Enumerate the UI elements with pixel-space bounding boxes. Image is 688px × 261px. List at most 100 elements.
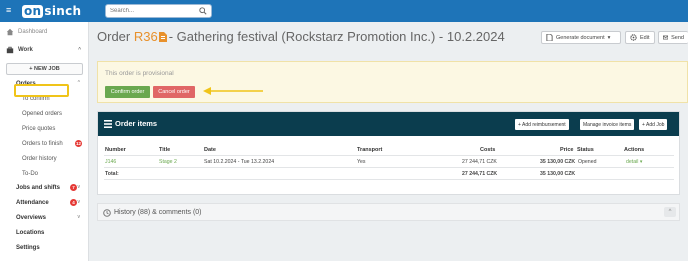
arrow-annotation (203, 87, 263, 95)
sidebar-item-label: Work (18, 46, 33, 53)
document-icon[interactable] (158, 32, 167, 42)
add-job-button[interactable]: + Add Job (639, 119, 668, 130)
send-label: Send (671, 34, 684, 41)
orders-to-finish-badge: 12 (75, 140, 83, 147)
chevron-down-icon: ▾ (639, 159, 643, 165)
cancel-order-button[interactable]: Cancel order (153, 86, 195, 98)
chevron-down-icon: ▾ (607, 34, 611, 41)
sidebar-item-label: To-Do (22, 171, 39, 177)
sidebar-group-attendance[interactable]: Attendance (16, 198, 49, 208)
order-items-title: Order items (115, 119, 158, 128)
order-items-panel: Order items + Add reimbursement Manage i… (97, 111, 680, 195)
history-panel[interactable]: History (88) & comments (0) ^ (97, 203, 680, 221)
page-title: Order R36 - Gathering festival (Rockstarz… (97, 29, 505, 44)
total-price: 35 130,00 CZK (540, 171, 576, 177)
row-divider (104, 167, 674, 168)
sidebar-item-label: Order history (22, 156, 57, 162)
chevron-down-icon: v (77, 184, 81, 190)
column-header-price: Price (560, 147, 574, 153)
search-input[interactable] (110, 5, 200, 17)
edit-label: Edit (640, 34, 650, 41)
envelope-icon (663, 35, 669, 40)
sidebar-item-label: Dashboard (18, 28, 48, 35)
order-items-header: Order items + Add reimbursement Manage i… (98, 112, 679, 136)
sidebar-item-work[interactable]: Work ^ (0, 44, 89, 55)
title-prefix: Order (97, 29, 131, 44)
send-button[interactable]: Send (658, 31, 688, 44)
add-reimbursement-button[interactable]: + Add reimbursement (515, 119, 569, 130)
new-job-button[interactable]: + NEW JOB (6, 63, 83, 75)
chevron-up-icon[interactable]: ^ (664, 207, 676, 217)
job-transport: Yes (357, 159, 366, 165)
title-rest: - Gathering festival (Rockstarz Promotio… (168, 29, 505, 44)
top-bar: ≡ on sinch (0, 0, 688, 22)
attendance-badge: 4 (70, 199, 77, 206)
sidebar-item-orders-to-finish[interactable]: Orders to finish (22, 139, 63, 149)
order-number: R36 (133, 29, 158, 44)
row-divider (104, 155, 674, 156)
onsinch-logo[interactable]: on sinch (22, 4, 81, 18)
job-title-link[interactable]: Stage 2 (159, 159, 177, 165)
sidebar-item-label: Opened orders (22, 111, 63, 117)
generate-document-label: Generate document (556, 34, 605, 41)
column-header-number: Number (105, 147, 126, 153)
sidebar: Dashboard Work ^ + NEW JOB Orders ^ To c… (0, 22, 89, 261)
provisional-message: This order is provisional (105, 70, 174, 77)
search-box (105, 4, 212, 18)
logo-on: on (22, 3, 44, 18)
column-header-status: Status (577, 147, 594, 153)
total-costs: 27 244,71 CZK (462, 171, 498, 177)
generate-document-button[interactable]: Generate document ▾ (541, 31, 621, 44)
column-header-costs: Costs (480, 147, 496, 153)
briefcase-icon (6, 46, 14, 53)
file-icon (546, 34, 553, 41)
column-header-date: Date (204, 147, 216, 153)
sidebar-group-label: Locations (16, 230, 45, 236)
sidebar-group-overviews[interactable]: Overviews (16, 213, 46, 223)
sidebar-group-label: Jobs and shifts (16, 185, 61, 191)
highlight-box (14, 84, 69, 97)
column-header-transport: Transport (357, 147, 383, 153)
detail-label: detail (626, 159, 639, 165)
job-price: 35 130,00 CZK (540, 159, 576, 165)
row-divider (104, 179, 674, 180)
sidebar-item-price-quotes[interactable]: Price quotes (22, 124, 55, 134)
sidebar-item-dashboard[interactable]: Dashboard (0, 26, 89, 37)
sidebar-group-jobs-and-shifts[interactable]: Jobs and shifts (16, 183, 60, 193)
job-status: Opened (578, 159, 597, 165)
sidebar-item-opened-orders[interactable]: Opened orders (22, 109, 62, 119)
sidebar-group-label: Overviews (16, 215, 47, 221)
sidebar-item-settings[interactable]: Settings (16, 243, 40, 253)
confirm-order-button[interactable]: Confirm order (105, 86, 150, 98)
sidebar-group-label: Settings (16, 245, 40, 251)
total-label: Total: (105, 171, 119, 177)
sidebar-item-locations[interactable]: Locations (16, 228, 44, 238)
sidebar-item-to-do[interactable]: To-Do (22, 169, 38, 179)
manage-invoice-items-button[interactable]: Manage invoice items (580, 119, 635, 130)
job-date: Sat 10.2.2024 - Tue 13.2.2024 (204, 159, 275, 165)
edit-button[interactable]: Edit (625, 31, 655, 44)
provisional-notice: This order is provisional Confirm order … (97, 61, 688, 103)
column-header-actions: Actions (624, 147, 645, 153)
sidebar-item-label: Price quotes (22, 126, 56, 132)
chevron-up-icon: ^ (77, 80, 80, 86)
sidebar-item-order-history[interactable]: Order history (22, 154, 57, 164)
sidebar-group-label: Attendance (16, 200, 49, 206)
logo-text: sinch (44, 4, 82, 18)
chevron-down-icon: v (77, 199, 81, 205)
job-costs: 27 244,71 CZK (462, 159, 497, 165)
clock-icon (103, 209, 111, 217)
list-icon (104, 120, 112, 128)
column-header-title: Title (159, 147, 171, 153)
chevron-down-icon: v (77, 214, 81, 220)
history-title: History (88) & comments (0) (114, 209, 202, 216)
home-icon (6, 28, 14, 35)
job-number-link[interactable]: J146 (105, 159, 116, 165)
chevron-up-icon: ^ (78, 46, 81, 53)
jobs-badge: 7 (70, 184, 77, 191)
menu-icon[interactable]: ≡ (6, 6, 14, 15)
gear-icon (630, 34, 637, 41)
job-detail-link[interactable]: detail ▾ (626, 159, 642, 165)
sidebar-item-label: Orders to finish (22, 141, 63, 147)
search-icon[interactable] (199, 7, 207, 15)
